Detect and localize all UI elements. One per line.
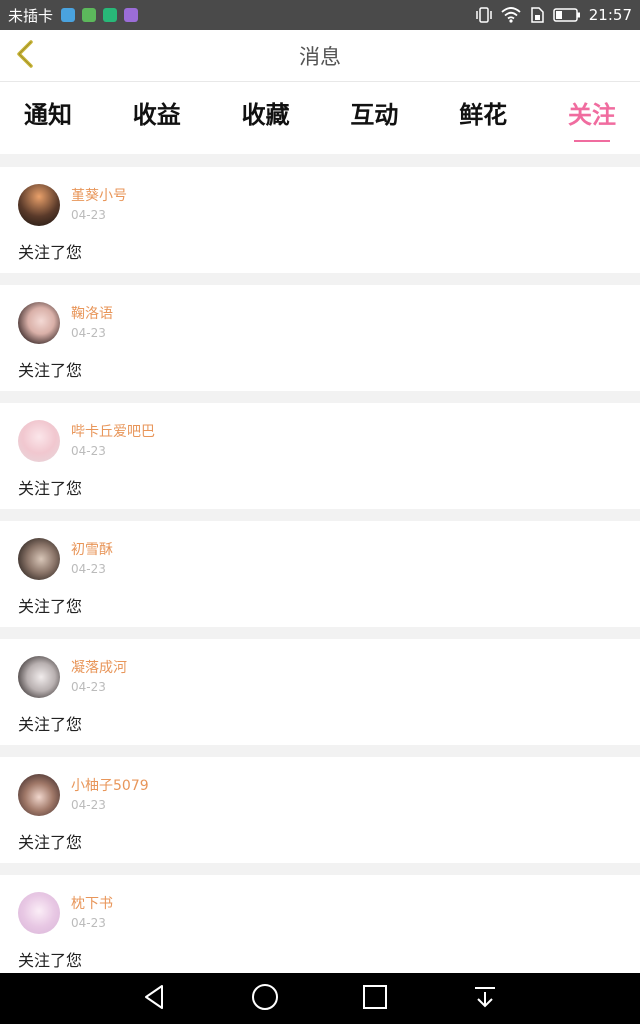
nav-notification-shade-button[interactable] [465, 979, 505, 1019]
avatar[interactable] [18, 656, 60, 698]
photo-app-icon [124, 8, 139, 22]
battery-icon [553, 8, 581, 22]
message-text: 关注了您 [18, 243, 83, 262]
list-item[interactable]: 鞠洛语 04-23 关注了您 [0, 285, 640, 391]
timestamp: 04-23 [71, 325, 106, 340]
user-name[interactable]: 凝落成河 [71, 659, 127, 677]
back-button[interactable] [10, 40, 40, 72]
message-text: 关注了您 [18, 597, 83, 616]
circle-home-icon [251, 983, 279, 1015]
square-recents-icon [362, 984, 388, 1014]
timestamp: 04-23 [71, 207, 106, 222]
message-text: 关注了您 [18, 833, 83, 852]
follow-notification-list: 堇葵小号 04-23 关注了您 鞠洛语 04-23 关注了您 哔卡丘爱吧巴 04… [0, 167, 640, 993]
pull-down-icon [472, 984, 498, 1014]
user-name[interactable]: 鞠洛语 [71, 305, 113, 323]
tab-label: 收藏 [241, 101, 290, 129]
wifi-icon [501, 7, 521, 23]
shield-app-icon [103, 8, 118, 22]
active-tab-indicator [573, 140, 610, 142]
timestamp: 04-23 [71, 797, 106, 812]
browser-app-icon [82, 8, 97, 22]
tab-flowers[interactable]: 鲜花 [459, 82, 507, 154]
carrier-label: 未插卡 [8, 6, 54, 25]
avatar[interactable] [18, 302, 60, 344]
user-name[interactable]: 哔卡丘爱吧巴 [71, 423, 155, 441]
list-item[interactable]: 枕下书 04-23 关注了您 [0, 875, 640, 981]
system-nav-bar [0, 973, 640, 1024]
timestamp: 04-23 [71, 443, 106, 458]
tab-label: 鲜花 [459, 101, 508, 129]
tab-label: 收益 [132, 101, 181, 129]
clock-time: 21:57 [588, 6, 632, 24]
triangle-back-icon [142, 984, 168, 1014]
user-name[interactable]: 堇葵小号 [71, 187, 127, 205]
tab-notice[interactable]: 通知 [24, 82, 72, 154]
app-header: 消息 [0, 30, 640, 82]
message-text: 关注了您 [18, 361, 83, 380]
vibrate-icon [475, 7, 493, 23]
tab-label: 通知 [24, 101, 72, 129]
avatar[interactable] [18, 774, 60, 816]
list-item[interactable]: 凝落成河 04-23 关注了您 [0, 639, 640, 745]
tab-interaction[interactable]: 互动 [350, 82, 398, 154]
tab-earnings[interactable]: 收益 [133, 82, 181, 154]
page-title: 消息 [299, 44, 341, 69]
user-name[interactable]: 初雪酥 [71, 541, 113, 559]
avatar[interactable] [18, 184, 60, 226]
nav-recents-button[interactable] [355, 979, 395, 1019]
message-text: 关注了您 [18, 715, 83, 734]
sim-icon [529, 7, 545, 23]
avatar[interactable] [18, 892, 60, 934]
nav-home-button[interactable] [245, 979, 285, 1019]
list-item[interactable]: 哔卡丘爱吧巴 04-23 关注了您 [0, 403, 640, 509]
tab-follow[interactable]: 关注 [568, 82, 616, 154]
list-item[interactable]: 初雪酥 04-23 关注了您 [0, 521, 640, 627]
user-name[interactable]: 枕下书 [71, 895, 113, 913]
list-item[interactable]: 小柚子5079 04-23 关注了您 [0, 757, 640, 863]
status-bar: 未插卡 21:57 [0, 0, 640, 30]
avatar[interactable] [18, 420, 60, 462]
tab-favorites[interactable]: 收藏 [242, 82, 290, 154]
user-name[interactable]: 小柚子5079 [71, 777, 149, 795]
avatar[interactable] [18, 538, 60, 580]
timestamp: 04-23 [71, 561, 106, 576]
tab-label: 关注 [567, 101, 616, 129]
chevron-left-icon [14, 39, 36, 73]
message-text: 关注了您 [18, 479, 83, 498]
timestamp: 04-23 [71, 915, 106, 930]
timestamp: 04-23 [71, 679, 106, 694]
list-item[interactable]: 堇葵小号 04-23 关注了您 [0, 167, 640, 273]
nav-back-button[interactable] [135, 979, 175, 1019]
tab-bar: 通知 收益 收藏 互动 鲜花 关注 [0, 82, 640, 154]
message-text: 关注了您 [18, 951, 83, 970]
image-app-icon [61, 8, 76, 22]
tab-label: 互动 [350, 101, 399, 129]
